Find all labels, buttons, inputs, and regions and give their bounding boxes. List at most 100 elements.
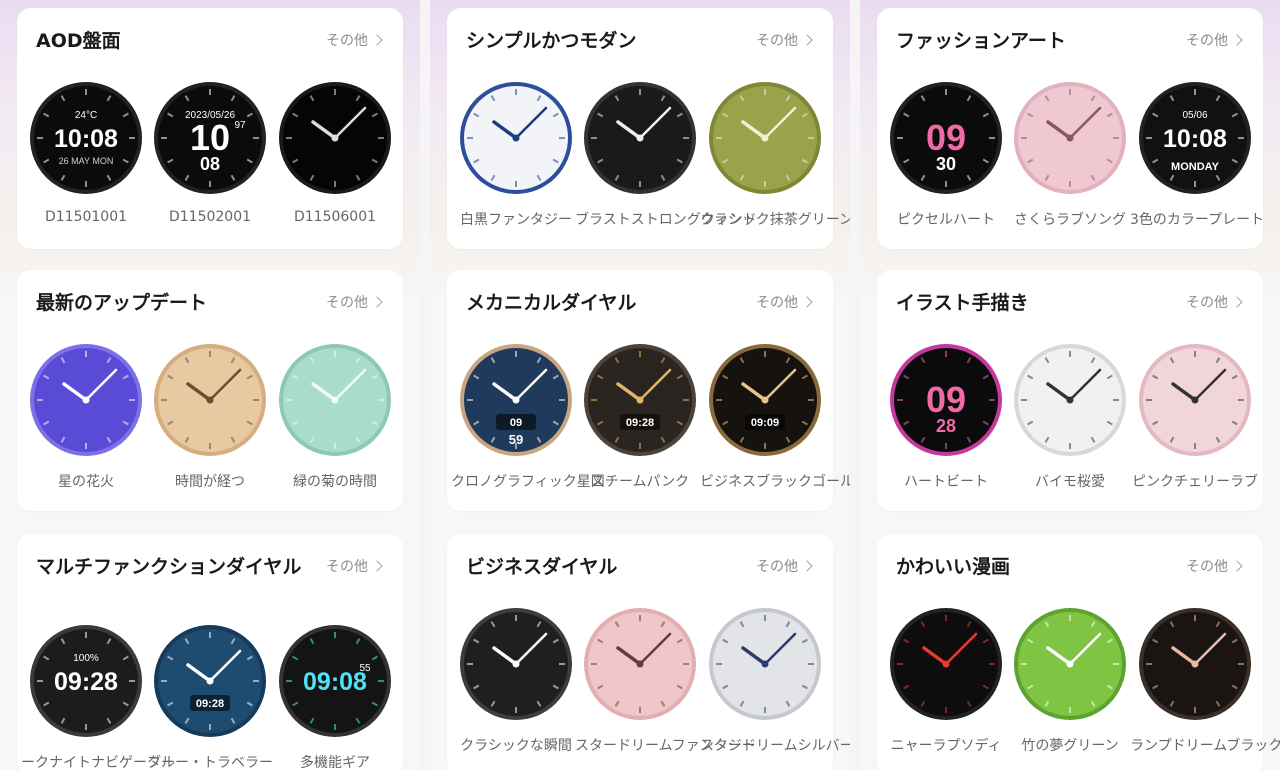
watch-face-thumbnail[interactable] xyxy=(459,607,573,721)
watch-face-thumbnail[interactable] xyxy=(1013,81,1127,195)
watch-face-thumbnail[interactable] xyxy=(278,343,392,457)
watch-face-thumbnail[interactable] xyxy=(708,81,822,195)
watch-face-thumbnail[interactable]: 09:28 xyxy=(583,343,697,457)
watch-face-thumbnail[interactable] xyxy=(1013,607,1127,721)
chevron-right-icon xyxy=(371,296,383,308)
category-card: マルチファンクションダイヤル その他 100% 09:28 ークナイトナビゲーター 09:… xyxy=(17,534,403,770)
more-link[interactable]: その他 xyxy=(326,30,383,50)
watch-face-thumbnail[interactable]: 09 59 xyxy=(459,343,573,457)
more-label: その他 xyxy=(756,295,798,311)
svg-text:09:28: 09:28 xyxy=(54,668,118,696)
category-title: マルチファンクションダイヤル xyxy=(36,556,302,578)
svg-text:09:08: 09:08 xyxy=(303,668,367,696)
more-link[interactable]: その他 xyxy=(326,292,383,312)
watch-face-name: 多機能ギア xyxy=(300,755,370,770)
svg-text:09: 09 xyxy=(926,379,966,420)
category-title: メカニカルダイヤル xyxy=(466,292,637,314)
watch-face-thumbnail[interactable]: 09 28 xyxy=(889,343,1003,457)
watch-face-name: D11506001 xyxy=(293,209,377,225)
svg-text:28: 28 xyxy=(936,416,956,436)
chevron-right-icon xyxy=(801,34,813,46)
svg-text:100%: 100% xyxy=(73,653,99,664)
svg-text:97: 97 xyxy=(234,120,246,131)
watch-face-thumbnail[interactable]: 09:08 55 xyxy=(278,624,392,738)
watch-face-thumbnail[interactable] xyxy=(1138,343,1252,457)
more-link[interactable]: その他 xyxy=(1186,30,1243,50)
watch-face-name: ニャーラプソディ xyxy=(890,738,1002,754)
watch-face-thumbnail[interactable] xyxy=(153,343,267,457)
watch-face-thumbnail[interactable] xyxy=(889,607,1003,721)
category-card: かわいい漫画 その他 ニャーラプソディ 竹の夢グリーン ランプドリームブラック xyxy=(877,534,1280,770)
watch-face-thumbnail[interactable] xyxy=(708,607,822,721)
watch-face-name: スタードリームファンタジー xyxy=(575,738,756,754)
watch-face-thumbnail[interactable] xyxy=(1013,343,1127,457)
category-title: シンプルかつモダン xyxy=(466,30,637,52)
chevron-right-icon xyxy=(371,34,383,46)
svg-text:08: 08 xyxy=(200,154,220,174)
watch-face-thumbnail[interactable] xyxy=(1138,607,1252,721)
svg-text:55: 55 xyxy=(359,663,371,674)
chevron-right-icon xyxy=(371,560,383,572)
svg-text:26 MAY MON: 26 MAY MON xyxy=(59,156,114,166)
chevron-right-icon xyxy=(801,560,813,572)
svg-text:59: 59 xyxy=(509,432,523,447)
more-label: その他 xyxy=(1186,33,1228,49)
chevron-right-icon xyxy=(1231,296,1243,308)
more-link[interactable]: その他 xyxy=(756,292,813,312)
watch-face-name: ハートビート xyxy=(904,474,988,490)
category-card: イラスト手描き その他 09 28 ハートビート バイモ桜愛 ピンクチェリーラブ xyxy=(877,270,1263,511)
category-card: メカニカルダイヤル その他 09 59 クロノグラフィック星図 09:28 スチームパンク 0… xyxy=(447,270,850,511)
svg-text:30: 30 xyxy=(936,154,956,174)
svg-text:09: 09 xyxy=(510,417,522,429)
chevron-right-icon xyxy=(1231,560,1243,572)
more-label: その他 xyxy=(326,33,368,49)
watch-face-name: ピンクチェリーラブ xyxy=(1132,474,1258,490)
category-title: AOD盤面 xyxy=(36,30,121,52)
more-link[interactable]: その他 xyxy=(756,30,813,50)
watch-face-name: ランプドリームブラック xyxy=(1130,738,1280,754)
more-label: その他 xyxy=(1186,559,1228,575)
more-link[interactable]: その他 xyxy=(756,556,813,576)
more-label: その他 xyxy=(326,295,368,311)
svg-text:09:28: 09:28 xyxy=(196,698,224,710)
watch-face-thumbnail[interactable]: 05/06 10:08 MONDAY xyxy=(1138,81,1252,195)
more-label: その他 xyxy=(1186,295,1228,311)
watch-face-name: ビジネスブラックゴールド xyxy=(700,474,850,490)
watch-face-thumbnail[interactable]: 09:09 xyxy=(708,343,822,457)
category-title: かわいい漫画 xyxy=(896,556,1011,578)
watch-face-thumbnail[interactable] xyxy=(459,81,573,195)
more-link[interactable]: その他 xyxy=(1186,292,1243,312)
watch-face-name: スタードリームシルバー xyxy=(700,738,850,754)
category-card: 最新のアップデート その他 星の花火 時間が経つ 緑の菊の時間 xyxy=(17,270,403,511)
watch-face-thumbnail[interactable]: 100% 09:28 xyxy=(29,624,143,738)
more-link[interactable]: その他 xyxy=(1186,556,1243,576)
watch-face-thumbnail[interactable] xyxy=(583,81,697,195)
watch-face-thumbnail[interactable]: 24°C 10:08 26 MAY MON xyxy=(29,81,143,195)
svg-text:10:08: 10:08 xyxy=(1163,125,1227,153)
category-title: ビジネスダイヤル xyxy=(466,556,618,578)
watch-face-name: スチームパンク xyxy=(590,474,690,490)
svg-text:09:28: 09:28 xyxy=(626,417,654,429)
watch-face-name: ークナイトナビゲーター xyxy=(21,755,175,770)
more-label: その他 xyxy=(756,33,798,49)
watch-face-name: D11502001 xyxy=(168,209,252,225)
watch-face-thumbnail[interactable]: 09:28 xyxy=(153,624,267,738)
watch-face-name: 3色のカラープレート xyxy=(1130,212,1265,228)
watch-face-name: さくらラブソング xyxy=(1014,212,1126,228)
svg-text:09: 09 xyxy=(926,117,966,158)
watch-face-thumbnail[interactable]: 2023/05/26 10 08 97 xyxy=(153,81,267,195)
category-card: シンプルかつモダン その他 白黒ファンタジー ブラストストロングウィンド クラシック抹茶… xyxy=(447,8,850,249)
watch-face-thumbnail[interactable] xyxy=(583,607,697,721)
watch-face-thumbnail[interactable] xyxy=(29,343,143,457)
watch-face-name: バイモ桜愛 xyxy=(1035,474,1105,490)
watch-face-name: 星の花火 xyxy=(58,474,114,490)
watch-face-name: D11501001 xyxy=(44,209,128,225)
more-link[interactable]: その他 xyxy=(326,556,383,576)
watch-face-name: ブルー・トラベラー xyxy=(147,755,273,770)
watch-face-thumbnail[interactable]: 09 30 xyxy=(889,81,1003,195)
watch-face-thumbnail[interactable] xyxy=(278,81,392,195)
svg-text:10: 10 xyxy=(190,117,230,158)
watch-face-name: ブラストストロングウィンド xyxy=(575,212,757,228)
watch-face-name: 緑の菊の時間 xyxy=(293,474,377,490)
more-label: その他 xyxy=(326,559,368,575)
